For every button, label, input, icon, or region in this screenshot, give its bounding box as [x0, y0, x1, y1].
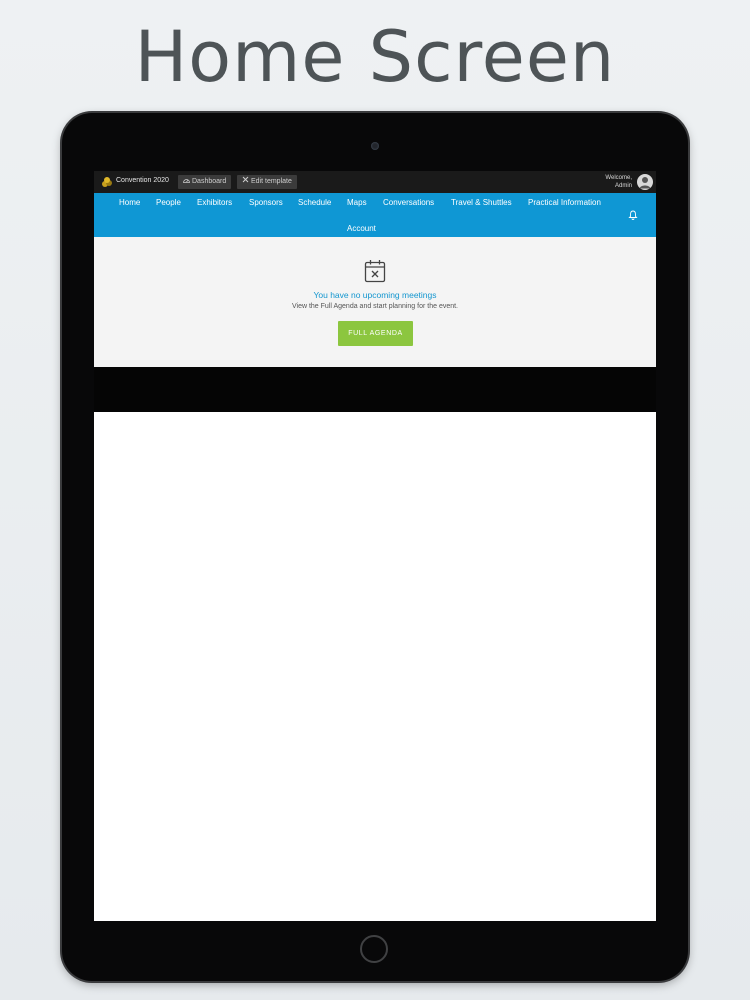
brand-name: Convention 2020 [116, 177, 169, 184]
nav-item-practical-information[interactable]: Practical Information [528, 198, 601, 207]
meetings-panel: You have no upcoming meetings View the F… [94, 237, 656, 367]
nav-item-home[interactable]: Home [119, 198, 140, 207]
camera [371, 142, 379, 150]
nav-item-travel-shuttles[interactable]: Travel & Shuttles [451, 198, 512, 207]
brand-logo-icon[interactable] [101, 176, 113, 188]
page-headline: Home Screen [134, 16, 616, 98]
nav-item-people[interactable]: People [156, 198, 181, 207]
nav-item-maps[interactable]: Maps [347, 198, 367, 207]
no-meetings-title: You have no upcoming meetings [313, 290, 437, 300]
top-bar: Convention 2020 Dashboard Edit template … [94, 171, 656, 193]
no-meetings-subtitle: View the Full Agenda and start planning … [291, 303, 459, 310]
avatar-icon[interactable] [637, 174, 653, 190]
nav-item-conversations[interactable]: Conversations [383, 198, 434, 207]
nav-item-schedule[interactable]: Schedule [298, 198, 331, 207]
dashboard-label: Dashboard [192, 178, 227, 185]
full-agenda-button[interactable]: FULL AGENDA [338, 321, 413, 346]
nav-item-sponsors[interactable]: Sponsors [249, 198, 283, 207]
welcome-line: Welcome, [605, 175, 632, 181]
calendar-x-icon [364, 260, 386, 283]
edit-template-label: Edit template [251, 178, 292, 185]
dashboard-icon [183, 175, 190, 189]
nav-item-account[interactable]: Account [347, 224, 376, 233]
main-nav: Home People Exhibitors Sponsors Schedule… [94, 193, 656, 237]
home-button[interactable] [360, 935, 388, 963]
black-banner [94, 367, 656, 412]
dashboard-button[interactable]: Dashboard [178, 175, 232, 189]
wrench-icon [242, 175, 249, 189]
welcome-user: Admin [614, 183, 632, 189]
app-screen: Convention 2020 Dashboard Edit template … [94, 171, 656, 921]
tablet-frame: Convention 2020 Dashboard Edit template … [62, 113, 688, 981]
nav-item-exhibitors[interactable]: Exhibitors [197, 198, 232, 207]
bell-icon[interactable] [628, 210, 638, 220]
welcome-text: Welcome, Admin [605, 174, 632, 190]
edit-template-button[interactable]: Edit template [237, 175, 297, 189]
